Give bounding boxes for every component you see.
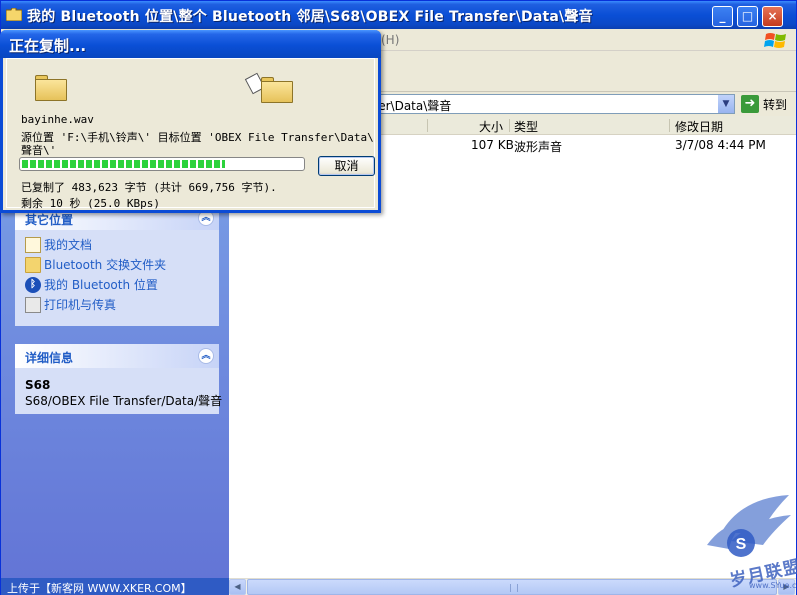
copy-filename: bayinhe.wav [21,113,94,126]
window-title: 我的 Bluetooth 位置\整个 Bluetooth 邻居\S68\OBEX… [27,9,593,25]
cancel-button[interactable]: 取消 [318,156,375,176]
details-panel: 详细信息 ︽ S68 S68/OBEX File Transfer/Data/聲… [15,344,223,414]
address-dropdown-icon[interactable]: ▼ [717,95,734,113]
copy-dialog-titlebar[interactable]: 正在复制... [0,30,381,58]
copy-dialog-body: bayinhe.wav 源位置 'F:\手机\铃声\' 目标位置 'OBEX F… [6,58,375,210]
copy-dialog-title: 正在复制... [9,37,87,55]
link-my-documents[interactable]: 我的文档 [25,236,92,253]
copy-source-dest-line2: 聲音\' [21,144,57,157]
link-bluetooth-exchange-folder[interactable]: Bluetooth 交换文件夹 [25,256,166,273]
status-bar: 上传于【新客网 WWW.XKER.COM】 [1,578,229,595]
destination-folder-icon [261,77,293,103]
file-type: 波形声音 [514,140,563,154]
scroll-grip-icon [510,584,518,592]
go-arrow-icon: ➜ [741,95,759,113]
watermark-url: www.SYue.com [749,581,797,590]
copy-bytes-status: 已复制了 483,623 字节 (共计 669,756 字节). [21,181,277,194]
copy-progress-fill [22,160,225,168]
title-bar[interactable]: 我的 Bluetooth 位置\整个 Bluetooth 邻居\S68\OBEX… [1,1,796,29]
details-name: S68 [25,378,51,392]
printer-icon [25,296,41,313]
bluetooth-icon: ᛒ [25,276,41,293]
close-button[interactable]: × [762,6,783,27]
column-size[interactable]: 大小 [479,118,503,135]
file-modified: 3/7/08 4:44 PM [675,138,766,152]
go-label: 转到 [763,97,788,112]
maximize-button[interactable]: □ [737,6,758,27]
source-folder-icon [35,75,67,101]
scroll-left-icon[interactable]: ◀ [229,579,246,595]
link-printers-faxes[interactable]: 打印机与传真 [25,296,116,313]
svg-text:S: S [736,536,747,553]
address-value: fer\Data\聲音 [374,99,452,113]
upload-caption: 上传于【新客网 WWW.XKER.COM】 [7,582,192,595]
file-size: 107 KB [471,138,514,152]
copy-source-dest-line1: 源位置 'F:\手机\铃声\' 目标位置 'OBEX File Transfer… [21,131,374,144]
minimize-button[interactable]: _ [712,6,733,27]
column-type[interactable]: 类型 [514,118,538,135]
link-label: 我的文档 [44,238,93,252]
column-separator [669,119,670,132]
link-label: 我的 Bluetooth 位置 [44,278,158,292]
scroll-thumb[interactable] [247,579,777,595]
copy-time-remaining: 剩余 10 秒 (25.0 KBps) [21,197,160,210]
details-header[interactable]: 详细信息 ︽ [15,344,219,368]
go-button[interactable]: ➜ 转到 [741,95,787,113]
copy-dialog: 正在复制... bayinhe.wav 源位置 'F:\手机\铃声\' 目标位置… [0,30,381,213]
link-label: Bluetooth 交换文件夹 [44,258,167,272]
windows-logo-icon [764,33,786,48]
menu-help[interactable]: (H) [381,33,399,47]
collapse-chevron-icon[interactable]: ︽ [198,348,214,364]
details-path: S68/OBEX File Transfer/Data/聲音 [25,394,223,408]
link-label: 打印机与传真 [44,298,117,312]
details-title: 详细信息 [25,351,74,365]
link-my-bluetooth-places[interactable]: ᛒ 我的 Bluetooth 位置 [25,276,158,293]
horizontal-scrollbar[interactable]: ◀ ▶ [229,578,796,595]
copy-progress-bar [19,157,305,171]
column-separator [509,119,510,132]
documents-icon [25,236,41,253]
folder-icon [25,256,41,273]
other-places-panel: 其它位置 ︽ 我的文档 Bluetooth 交换文件夹 ᛒ 我的 Bluetoo… [15,206,219,326]
column-separator [427,119,428,132]
folder-icon [6,8,22,21]
other-places-title: 其它位置 [25,213,74,227]
address-input[interactable]: fer\Data\聲音 ▼ [371,94,735,114]
column-modified[interactable]: 修改日期 [675,118,723,135]
